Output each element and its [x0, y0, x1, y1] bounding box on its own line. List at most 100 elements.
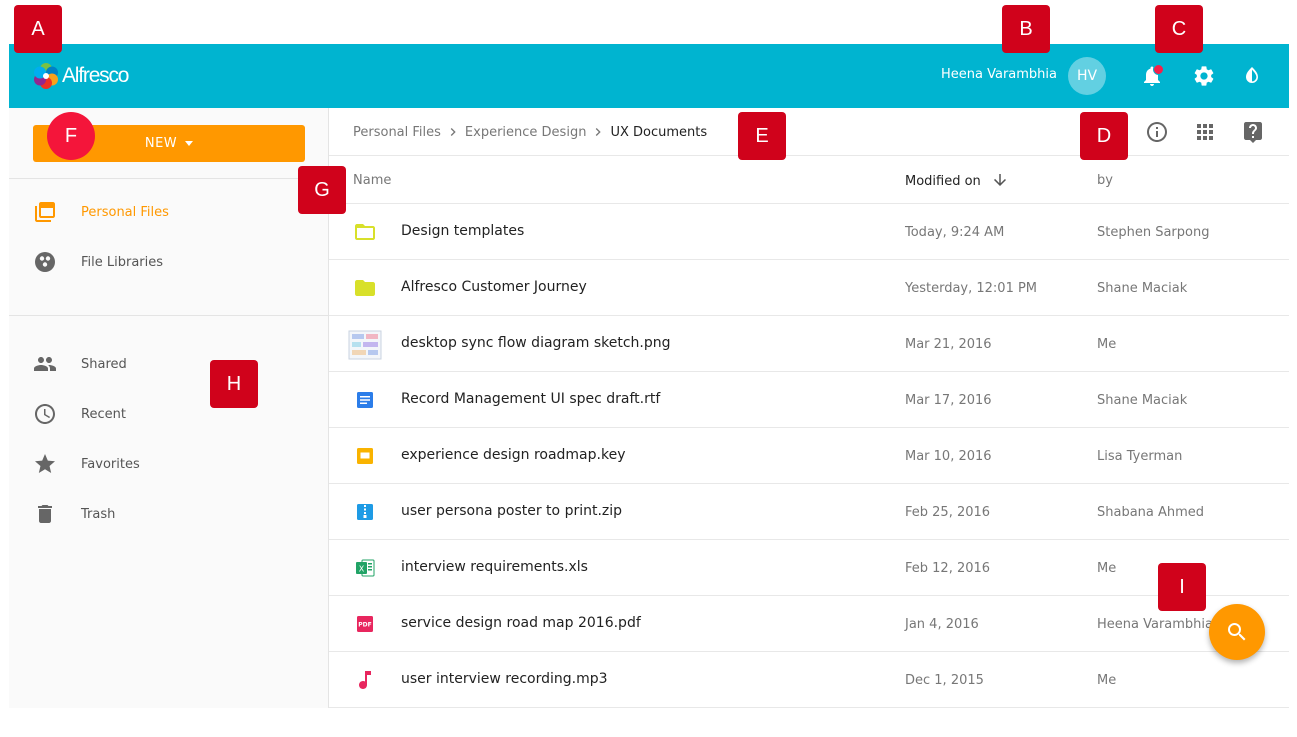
star-icon [35, 454, 55, 473]
file-name[interactable]: Design templates [401, 223, 524, 239]
table-header: Name Modified on by [329, 156, 1289, 204]
breadcrumb-current: UX Documents [610, 124, 708, 140]
help-icon[interactable] [1241, 120, 1265, 144]
sidebar-item-personal-files[interactable]: Personal Files [9, 192, 328, 232]
sidebar-item-label: Shared [81, 356, 127, 372]
info-icon[interactable] [1145, 120, 1169, 144]
file-name[interactable]: desktop sync flow diagram sketch.png [401, 335, 671, 351]
table-row[interactable]: user persona poster to print.zip Feb 25,… [329, 484, 1289, 540]
sidebar-item-label: Recent [81, 406, 126, 422]
file-modified-by: Lisa Tyerman [1097, 449, 1183, 464]
file-modified-by: Shabana Ahmed [1097, 505, 1205, 520]
callout-a: A [14, 5, 62, 53]
arrow-down-icon [993, 174, 1006, 186]
callout-c: C [1155, 5, 1203, 53]
sidebar-item-file-libraries[interactable]: File Libraries [9, 242, 328, 282]
file-name[interactable]: user interview recording.mp3 [401, 671, 608, 687]
callout-d: D [1080, 112, 1128, 160]
chevron-right-icon [450, 128, 456, 136]
svg-text:PDF: PDF [358, 622, 371, 629]
column-header-by[interactable]: by [1097, 173, 1113, 188]
file-modified-by: Shane Maciak [1097, 393, 1188, 408]
table-row[interactable]: experience design roadmap.key Mar 10, 20… [329, 428, 1289, 484]
callout-f: F [47, 112, 95, 160]
file-modified: Mar 10, 2016 [905, 449, 992, 464]
file-modified: Today, 9:24 AM [905, 225, 1005, 240]
file-name[interactable]: Alfresco Customer Journey [401, 279, 587, 295]
zip-icon [357, 504, 373, 520]
app-header: Alfresco Heena Varambhia HV [9, 44, 1289, 108]
file-modified-by: Shane Maciak [1097, 281, 1188, 296]
presentation-icon [357, 448, 373, 464]
pdf-icon: PDF [357, 616, 373, 632]
file-modified: Feb 12, 2016 [905, 561, 991, 576]
file-name[interactable]: interview requirements.xls [401, 559, 588, 575]
file-name[interactable]: experience design roadmap.key [401, 447, 625, 463]
sidebar-item-recent[interactable]: Recent [9, 394, 328, 434]
file-name[interactable]: service design road map 2016.pdf [401, 615, 641, 631]
table-row[interactable]: Design templates Today, 9:24 AM Stephen … [329, 204, 1289, 260]
callout-e: E [738, 112, 786, 160]
image-thumbnail-icon [348, 330, 382, 360]
sidebar-item-label: File Libraries [81, 254, 164, 270]
content-toolbar: Personal Files Experience Design UX Docu… [329, 108, 1289, 156]
document-icon [357, 392, 373, 408]
file-modified-by: Stephen Sarpong [1097, 225, 1210, 240]
breadcrumb-item[interactable]: Experience Design [465, 125, 587, 140]
breadcrumb-item[interactable]: Personal Files [353, 125, 441, 140]
file-modified: Mar 21, 2016 [905, 337, 992, 352]
contrast-icon[interactable] [1240, 64, 1264, 88]
people-icon [34, 357, 56, 371]
file-modified-by: Me [1097, 673, 1117, 688]
callout-i: I [1158, 563, 1206, 611]
column-header-name[interactable]: Name [353, 173, 391, 188]
table-row[interactable]: X interview requirements.xls Feb 12, 201… [329, 540, 1289, 596]
column-header-modified-label: Modified on [905, 173, 981, 189]
file-modified-by: Heena Varambhia [1097, 617, 1214, 632]
sidebar-divider [9, 178, 329, 179]
callout-g: G [298, 166, 346, 214]
sidebar-item-label: Personal Files [81, 204, 169, 220]
table-row[interactable]: user interview recording.mp3 Dec 1, 2015… [329, 652, 1289, 708]
svg-text:X: X [359, 565, 365, 574]
alfresco-logo[interactable]: Alfresco [32, 61, 129, 91]
sidebar-item-label: Favorites [81, 456, 140, 472]
folder-stack-icon [35, 202, 55, 222]
notification-dot [1153, 64, 1164, 75]
file-modified: Feb 25, 2016 [905, 505, 991, 520]
file-modified: Yesterday, 12:01 PM [905, 281, 1038, 296]
gear-icon[interactable] [1192, 64, 1216, 88]
clock-icon [35, 404, 55, 424]
sidebar-item-favorites[interactable]: Favorites [9, 444, 328, 484]
libraries-icon [35, 252, 55, 272]
sidebar: NEW Personal Files File Libraries Shared… [9, 108, 329, 708]
avatar[interactable]: HV [1068, 57, 1106, 95]
caret-down-icon [185, 141, 194, 146]
search-icon [1228, 623, 1246, 641]
file-name[interactable]: user persona poster to print.zip [401, 503, 622, 519]
file-modified-by: Me [1097, 561, 1117, 576]
folder-icon [355, 280, 375, 296]
sidebar-divider [9, 315, 329, 316]
file-modified: Mar 17, 2016 [905, 393, 992, 408]
file-modified-by: Me [1097, 337, 1117, 352]
callout-b: B [1002, 5, 1050, 53]
file-modified: Dec 1, 2015 [905, 673, 984, 688]
user-name[interactable]: Heena Varambhia [941, 67, 1057, 82]
table-row[interactable]: Record Management UI spec draft.rtf Mar … [329, 372, 1289, 428]
table-row[interactable]: PDF service design road map 2016.pdf Jan… [329, 596, 1289, 652]
table-row[interactable]: Alfresco Customer Journey Yesterday, 12:… [329, 260, 1289, 316]
file-modified: Jan 4, 2016 [905, 617, 979, 632]
search-fab[interactable] [1209, 604, 1265, 660]
sidebar-item-shared[interactable]: Shared [9, 344, 328, 384]
breadcrumb: Personal Files Experience Design UX Docu… [353, 124, 707, 140]
grid-view-icon[interactable] [1193, 120, 1217, 144]
callout-h: H [210, 360, 258, 408]
file-name[interactable]: Record Management UI spec draft.rtf [401, 391, 660, 407]
file-table: Name Modified on by Design templates Tod… [329, 156, 1289, 708]
sidebar-item-trash[interactable]: Trash [9, 494, 328, 534]
column-header-modified[interactable]: Modified on [905, 173, 1009, 189]
trash-icon [38, 505, 52, 523]
chevron-right-icon [596, 128, 602, 136]
table-row[interactable]: desktop sync flow diagram sketch.png Mar… [329, 316, 1289, 372]
